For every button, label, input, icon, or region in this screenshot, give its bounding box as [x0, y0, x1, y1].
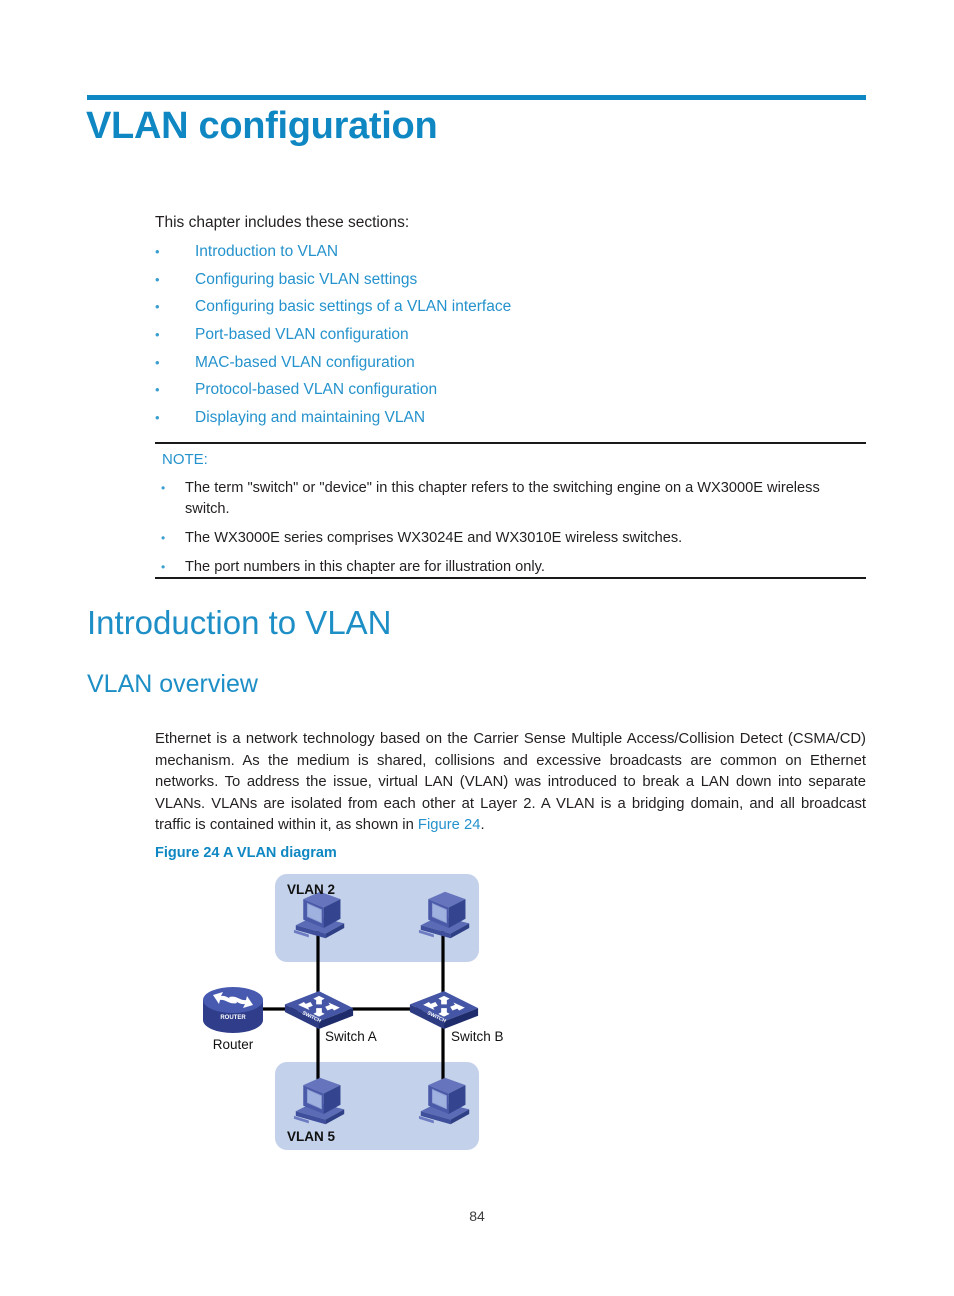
router-icon	[203, 987, 263, 1033]
body-paragraph: Ethernet is a network technology based o…	[155, 729, 866, 837]
toc-item[interactable]: • Introduction to VLAN	[155, 243, 867, 271]
switch-b-label: Switch B	[451, 1029, 504, 1044]
bullet-icon: •	[155, 299, 160, 315]
bullet-icon: •	[155, 410, 160, 426]
figure-caption: Figure 24 A VLAN diagram	[155, 845, 337, 861]
bullet-icon: •	[155, 382, 160, 398]
paragraph-text-before-link: Ethernet is a network technology based o…	[155, 731, 866, 833]
section-heading-introduction-to-vlan: Introduction to VLAN	[87, 604, 392, 641]
toc-item[interactable]: • Configuring basic settings of a VLAN i…	[155, 298, 867, 326]
document-page: VLAN configuration This chapter includes…	[0, 0, 954, 1296]
note-text: The WX3000E series comprises WX3024E and…	[185, 530, 683, 546]
toc-item[interactable]: • Configuring basic VLAN settings	[155, 271, 867, 299]
bullet-icon: •	[155, 271, 160, 287]
toc-item[interactable]: • Protocol-based VLAN configuration	[155, 381, 867, 409]
note-label: NOTE:	[162, 451, 208, 468]
toc-link-configuring-basic-settings-of-a-vlan-interface[interactable]: Configuring basic settings of a VLAN int…	[195, 298, 511, 316]
title-rule	[87, 95, 866, 100]
bullet-icon: •	[161, 560, 166, 574]
toc-item[interactable]: • Port-based VLAN configuration	[155, 326, 867, 354]
toc-link-protocol-based-vlan-configuration[interactable]: Protocol-based VLAN configuration	[195, 381, 437, 399]
toc-link-introduction-to-vlan[interactable]: Introduction to VLAN	[195, 243, 338, 261]
switch-a-label: Switch A	[325, 1029, 377, 1044]
note-divider-bottom	[155, 577, 866, 579]
vlan-2-label: VLAN 2	[287, 882, 335, 897]
router-label: Router	[213, 1037, 254, 1052]
figure-24-cross-reference-link[interactable]: Figure 24	[418, 817, 481, 833]
note-list: • The term "switch" or "device" in this …	[161, 478, 871, 586]
toc-link-port-based-vlan-configuration[interactable]: Port-based VLAN configuration	[195, 326, 409, 344]
vlan-network-diagram: SWITCH ROUTER	[155, 866, 555, 1166]
toc-item[interactable]: • MAC-based VLAN configuration	[155, 354, 867, 382]
note-item: • The term "switch" or "device" in this …	[161, 478, 871, 520]
subsection-heading-vlan-overview: VLAN overview	[87, 670, 258, 698]
toc-link-displaying-and-maintaining-vlan[interactable]: Displaying and maintaining VLAN	[195, 409, 425, 427]
toc-link-configuring-basic-vlan-settings[interactable]: Configuring basic VLAN settings	[195, 271, 417, 289]
note-item: • The WX3000E series comprises WX3024E a…	[161, 528, 871, 549]
note-item: • The port numbers in this chapter are f…	[161, 557, 871, 578]
switch-b-icon	[409, 991, 479, 1029]
note-text: The port numbers in this chapter are for…	[185, 559, 545, 575]
toc-link-mac-based-vlan-configuration[interactable]: MAC-based VLAN configuration	[195, 354, 415, 372]
paragraph-text-after-link: .	[480, 817, 485, 833]
page-number: 84	[469, 1208, 485, 1224]
toc-item[interactable]: • Displaying and maintaining VLAN	[155, 409, 867, 437]
bullet-icon: •	[155, 327, 160, 343]
bullet-icon: •	[155, 354, 160, 370]
bullet-icon: •	[155, 244, 160, 259]
intro-line: This chapter includes these sections:	[155, 214, 410, 231]
note-text: The term "switch" or "device" in this ch…	[185, 480, 820, 517]
bullet-icon: •	[161, 481, 166, 495]
note-divider-top	[155, 442, 866, 444]
page-title: VLAN configuration	[86, 105, 438, 147]
bullet-icon: •	[161, 531, 166, 545]
table-of-contents: • Introduction to VLAN • Configuring bas…	[155, 243, 867, 437]
vlan-5-label: VLAN 5	[287, 1129, 336, 1144]
switch-a-icon	[284, 991, 354, 1029]
